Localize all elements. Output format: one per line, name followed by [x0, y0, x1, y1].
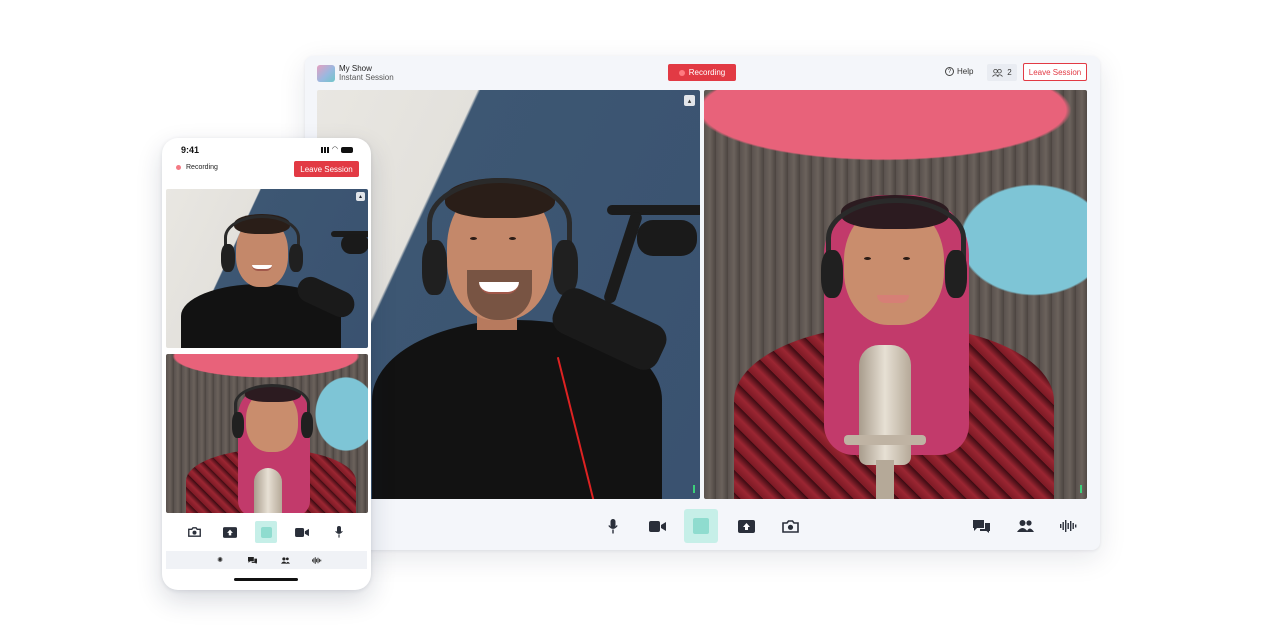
camera-icon: [187, 527, 201, 537]
phone-stop-recording-button[interactable]: [255, 521, 277, 543]
phone-settings-button[interactable]: ✺: [214, 554, 226, 566]
speaking-indicator: [693, 485, 695, 493]
participant-count: 2: [1007, 68, 1012, 77]
desktop-toolbar: [305, 499, 1100, 550]
participants-button[interactable]: 2: [987, 64, 1017, 81]
pin-icon[interactable]: ▴: [684, 95, 695, 106]
share-screen-button[interactable]: [729, 509, 763, 543]
phone-recording-label: Recording: [186, 164, 218, 171]
recording-dot-icon: [678, 69, 685, 76]
video-tile-host[interactable]: ▴: [317, 90, 700, 499]
desktop-header: My Show Instant Session Recording ? Help…: [305, 56, 1100, 90]
recording-label: Recording: [688, 68, 726, 77]
mic-icon: [335, 526, 343, 538]
phone-host-video: [166, 189, 368, 348]
audio-levels-icon: [312, 556, 322, 564]
phone-frame: 9:41 ◠ Recording Leave Session ▴ ✺: [162, 138, 371, 590]
people-icon: [280, 556, 290, 564]
mic-icon: [608, 518, 618, 533]
home-indicator[interactable]: [234, 578, 298, 581]
stop-icon: [260, 526, 272, 538]
help-button[interactable]: ? Help: [945, 67, 973, 76]
phone-recording-indicator: Recording: [176, 164, 218, 171]
share-screen-icon: [737, 519, 755, 533]
camera-button[interactable]: [640, 509, 674, 543]
video-camera-icon: [648, 520, 666, 532]
people-icon: [992, 68, 1004, 77]
phone-leave-session-button[interactable]: Leave Session: [294, 161, 359, 177]
help-icon: ?: [945, 67, 954, 76]
wifi-icon: ◠: [331, 146, 338, 153]
people-button[interactable]: [1008, 509, 1042, 543]
signal-icon: [320, 146, 329, 153]
stop-icon: [693, 518, 709, 534]
phone-audio-levels-button[interactable]: [311, 554, 323, 566]
audio-levels-button[interactable]: [1052, 509, 1086, 543]
status-icons: ◠: [320, 146, 353, 153]
phone-chat-button[interactable]: [246, 554, 258, 566]
show-logo: [317, 65, 335, 82]
usb-microphone: [859, 345, 911, 465]
video-tile-guest[interactable]: [704, 90, 1087, 499]
recording-button[interactable]: Recording: [668, 64, 736, 81]
stop-recording-button[interactable]: [684, 509, 718, 543]
camera-icon: [781, 519, 799, 533]
guest-video: [704, 90, 1087, 499]
chat-icon: [972, 519, 990, 533]
phone-video-tile-host[interactable]: ▴: [166, 189, 368, 348]
phone-video-tile-guest[interactable]: [166, 354, 368, 513]
video-camera-icon: [295, 527, 309, 537]
phone-share-screen-button[interactable]: [219, 521, 241, 543]
recording-dot-icon: [176, 165, 181, 170]
show-name: My Show: [339, 64, 372, 73]
leave-session-button[interactable]: Leave Session: [1023, 63, 1087, 81]
phone-snapshot-button[interactable]: [183, 521, 205, 543]
phone-mic-button[interactable]: [328, 521, 350, 543]
phone-toolbar: [162, 518, 371, 546]
phone-guest-video: [166, 354, 368, 513]
chat-icon: [247, 556, 257, 564]
mic-button[interactable]: [596, 509, 630, 543]
share-screen-icon: [223, 526, 237, 538]
battery-icon: [341, 146, 353, 153]
phone-bottom-nav: ✺: [166, 551, 367, 569]
snapshot-button[interactable]: [773, 509, 807, 543]
session-name: Instant Session: [339, 73, 394, 82]
audio-levels-icon: [1060, 520, 1077, 532]
phone-people-button[interactable]: [279, 554, 291, 566]
chat-button[interactable]: [964, 509, 998, 543]
people-icon: [1016, 520, 1034, 532]
phone-camera-button[interactable]: [291, 521, 313, 543]
settings-icon: ✺: [217, 557, 223, 564]
help-label: Help: [957, 67, 974, 76]
desktop-window: My Show Instant Session Recording ? Help…: [305, 56, 1100, 550]
speaking-indicator: [1080, 485, 1082, 493]
host-video: [317, 90, 700, 499]
pin-icon[interactable]: ▴: [356, 192, 365, 201]
status-time: 9:41: [181, 145, 200, 155]
